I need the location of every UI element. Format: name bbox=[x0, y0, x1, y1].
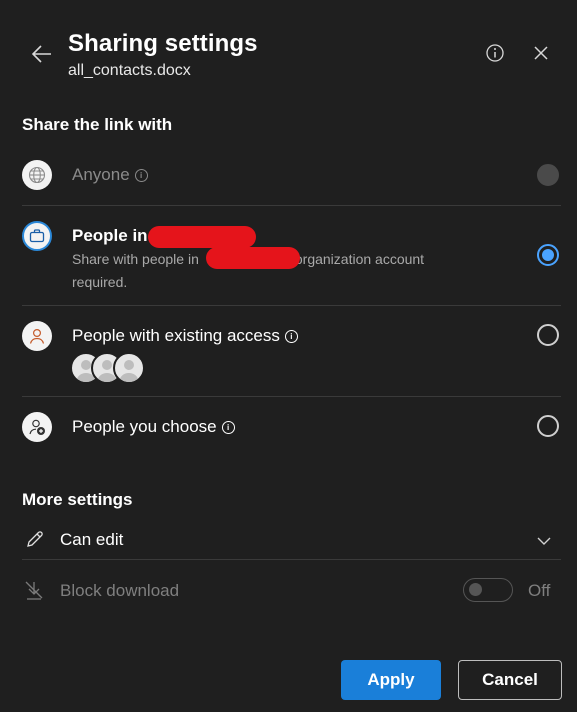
divider bbox=[22, 559, 561, 560]
radio-existing-access[interactable] bbox=[537, 324, 559, 346]
block-download-toggle[interactable] bbox=[463, 578, 513, 602]
option-people-you-choose-label: People you choose bbox=[72, 417, 217, 436]
block-download-label: Block download bbox=[60, 581, 180, 600]
radio-people-in-org[interactable] bbox=[537, 244, 559, 266]
option-anyone[interactable]: Anyone i bbox=[72, 165, 148, 185]
cancel-button[interactable]: Cancel bbox=[458, 660, 562, 700]
option-existing-access-label: People with existing access bbox=[72, 326, 280, 345]
block-download-icon bbox=[24, 580, 44, 607]
person-icon bbox=[22, 321, 52, 351]
back-arrow-icon[interactable] bbox=[28, 40, 56, 68]
divider bbox=[22, 396, 561, 397]
option-people-in-org-label: People in bbox=[72, 226, 148, 245]
block-download-state: Off bbox=[528, 581, 551, 600]
info-icon[interactable]: i bbox=[134, 168, 148, 182]
permission-value: Can edit bbox=[60, 530, 124, 549]
globe-icon bbox=[22, 160, 52, 190]
info-icon[interactable] bbox=[484, 42, 506, 64]
file-name: all_contacts.docx bbox=[68, 62, 191, 79]
more-settings-heading: More settings bbox=[22, 490, 133, 509]
option-people-you-choose[interactable]: People you choose i bbox=[72, 417, 235, 437]
radio-anyone[interactable] bbox=[537, 164, 559, 186]
option-existing-access[interactable]: People with existing access i bbox=[72, 326, 298, 346]
redaction-mark bbox=[206, 247, 300, 269]
redaction-mark bbox=[148, 226, 256, 248]
avatar bbox=[113, 352, 145, 384]
info-icon[interactable]: i bbox=[284, 329, 298, 343]
share-section-heading: Share the link with bbox=[22, 115, 173, 134]
briefcase-icon bbox=[22, 221, 52, 251]
info-icon[interactable]: i bbox=[221, 420, 235, 434]
pencil-icon bbox=[25, 529, 45, 554]
permission-dropdown[interactable]: Can edit bbox=[22, 526, 561, 554]
person-add-icon bbox=[22, 412, 52, 442]
close-icon[interactable] bbox=[530, 42, 552, 64]
radio-people-you-choose[interactable] bbox=[537, 415, 559, 437]
divider bbox=[22, 305, 561, 306]
option-anyone-label: Anyone bbox=[72, 165, 130, 184]
page-title: Sharing settings bbox=[68, 30, 258, 57]
divider bbox=[22, 205, 561, 206]
option-people-in-org[interactable]: People in bbox=[72, 226, 148, 246]
apply-button[interactable]: Apply bbox=[341, 660, 441, 700]
chevron-down-icon bbox=[537, 533, 551, 551]
